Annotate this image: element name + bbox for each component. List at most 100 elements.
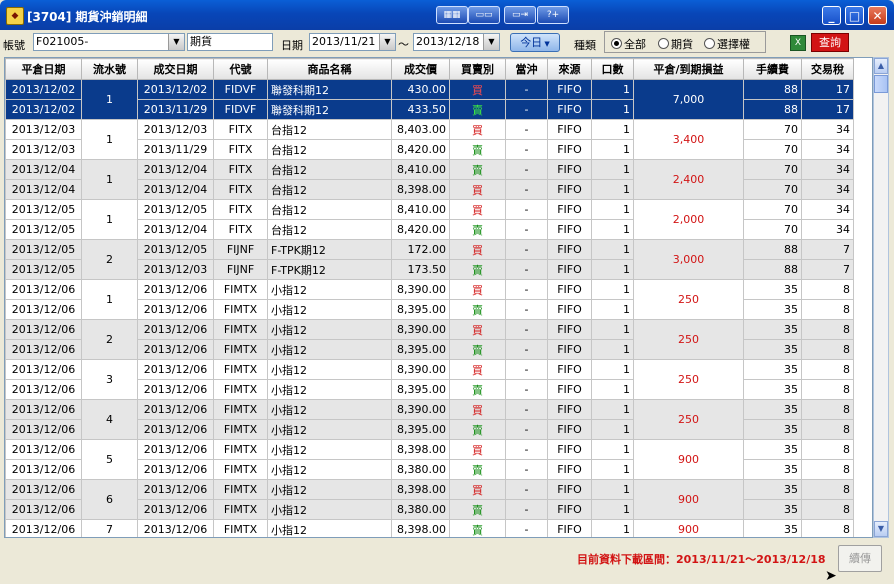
radio-futures[interactable]: 期貨 bbox=[658, 36, 693, 52]
price-cell: 8,390.00 bbox=[391, 399, 450, 420]
price-cell: 8,380.00 bbox=[391, 499, 450, 520]
column-header[interactable]: 流水號 bbox=[81, 58, 138, 80]
trade-date-cell: 2013/12/06 bbox=[137, 399, 214, 420]
chevron-down-icon[interactable]: ▼ bbox=[379, 34, 395, 50]
filter-toolbar: 帳號 F021005- ▼ 期貨 日期 2013/11/21 ▼ ～ 2013/… bbox=[0, 30, 894, 56]
source-cell: FIFO bbox=[547, 479, 592, 500]
layout-tool-icon[interactable]: ▦▦ bbox=[436, 6, 468, 24]
product-name-cell: F-TPK期12 bbox=[267, 259, 392, 280]
product-name-cell: 小指12 bbox=[267, 279, 392, 300]
symbol-cell: FIMTX bbox=[213, 339, 268, 360]
radio-options[interactable]: 選擇權 bbox=[704, 36, 750, 52]
date-from-select[interactable]: 2013/11/21 ▼ bbox=[309, 33, 396, 51]
table-row[interactable]: 2013/12/05 2 2013/12/05 FIJNF F-TPK期12 172.00… bbox=[5, 239, 854, 280]
serial-cell: 2 bbox=[81, 319, 138, 360]
product-name-cell: 聯發科期12 bbox=[267, 79, 392, 100]
scroll-thumb[interactable] bbox=[874, 75, 888, 93]
radio-checked-icon bbox=[611, 38, 622, 49]
symbol-cell: FIMTX bbox=[213, 479, 268, 500]
close-date-cell: 2013/12/06 bbox=[5, 299, 82, 320]
today-button[interactable]: 今日 ▼ bbox=[510, 33, 560, 52]
lots-cell: 1 bbox=[591, 359, 634, 380]
scroll-up-icon[interactable]: ▲ bbox=[874, 58, 888, 74]
close-date-cell: 2013/12/06 bbox=[5, 319, 82, 340]
table-row[interactable]: 2013/12/06 5 2013/12/06 FIMTX 小指12 8,398.00 買 -… bbox=[5, 439, 854, 480]
minimize-button[interactable]: _ bbox=[822, 6, 841, 25]
vertical-scrollbar[interactable]: ▲ ▼ bbox=[873, 57, 889, 538]
radio-all-label: 全部 bbox=[624, 38, 646, 51]
close-date-cell: 2013/12/06 bbox=[5, 279, 82, 300]
table-row[interactable]: 2013/12/06 3 2013/12/06 FIMTX 小指12 8,390.00 買 -… bbox=[5, 359, 854, 400]
price-cell: 8,395.00 bbox=[391, 339, 450, 360]
export-tool-icon[interactable]: ▭⇥ bbox=[504, 6, 536, 24]
pnl-cell: 2,400 bbox=[633, 159, 744, 200]
app-icon: ◆ bbox=[6, 7, 24, 25]
offset-detail-table: 平倉日期 流水號 成交日期 代號 商品名稱 成交價 買賣別 當沖 來源 口數 平倉/到期損益 手續費交… bbox=[4, 57, 873, 538]
source-cell: FIFO bbox=[547, 419, 592, 440]
close-button[interactable]: ✕ bbox=[868, 6, 887, 25]
window-tool-icon[interactable]: ▭▭ bbox=[468, 6, 500, 24]
table-row[interactable]: 2013/12/06 7 2013/12/06 FIMTX 小指12 8,398.00 賣 -… bbox=[5, 519, 854, 537]
table-row[interactable]: 2013/12/06 2 2013/12/06 FIMTX 小指12 8,390.00 買 -… bbox=[5, 319, 854, 360]
column-header[interactable]: 來源 bbox=[547, 58, 592, 80]
excel-export-icon[interactable]: X bbox=[790, 35, 806, 51]
fee-cell: 35 bbox=[743, 319, 802, 340]
tax-cell: 34 bbox=[801, 119, 854, 140]
day-trade-cell: - bbox=[505, 299, 548, 320]
column-header[interactable]: 買賣別 bbox=[449, 58, 506, 80]
continue-button[interactable]: 續傳 bbox=[838, 545, 882, 572]
radio-all[interactable]: 全部 bbox=[611, 36, 646, 52]
close-date-cell: 2013/12/05 bbox=[5, 199, 82, 220]
column-header[interactable]: 商品名稱 bbox=[267, 58, 392, 80]
help-icon[interactable]: ?+ bbox=[537, 6, 569, 24]
maximize-button[interactable]: □ bbox=[845, 6, 864, 25]
date-to-select[interactable]: 2013/12/18 ▼ bbox=[413, 33, 500, 51]
column-header[interactable]: 成交價 bbox=[391, 58, 450, 80]
table-row[interactable]: 2013/12/05 1 2013/12/05 FITX 台指12 8,410.00 買 - F… bbox=[5, 199, 854, 240]
table-row[interactable]: 2013/12/03 1 2013/12/03 FITX 台指12 8,403.00 買 - F… bbox=[5, 119, 854, 160]
account-select[interactable]: F021005- ▼ bbox=[33, 33, 185, 51]
side-cell: 買 bbox=[449, 179, 506, 200]
chevron-down-icon[interactable]: ▼ bbox=[483, 34, 499, 50]
source-cell: FIFO bbox=[547, 439, 592, 460]
fee-cell: 70 bbox=[743, 139, 802, 160]
pnl-cell: 900 bbox=[633, 519, 744, 537]
column-header[interactable]: 手續費 bbox=[743, 58, 802, 80]
column-header[interactable]: 口數 bbox=[591, 58, 634, 80]
product-name-cell: 小指12 bbox=[267, 299, 392, 320]
column-header[interactable]: 平倉日期 bbox=[5, 58, 82, 80]
column-header[interactable]: 成交日期 bbox=[137, 58, 214, 80]
source-cell: FIFO bbox=[547, 159, 592, 180]
product-name-cell: 小指12 bbox=[267, 419, 392, 440]
source-cell: FIFO bbox=[547, 379, 592, 400]
side-cell: 賣 bbox=[449, 519, 506, 537]
date-range-tilde: ～ bbox=[398, 38, 409, 51]
table-row[interactable]: 2013/12/06 6 2013/12/06 FIMTX 小指12 8,398.00 買 -… bbox=[5, 479, 854, 520]
fee-cell: 88 bbox=[743, 99, 802, 120]
table-row[interactable]: 2013/12/02 1 2013/12/02 FIDVF 聯發科期12 430.00 買 -… bbox=[5, 79, 854, 120]
column-header[interactable]: 平倉/到期損益 bbox=[633, 58, 744, 80]
table-row[interactable]: 2013/12/04 1 2013/12/04 FITX 台指12 8,410.00 賣 - F… bbox=[5, 159, 854, 200]
tax-cell: 8 bbox=[801, 339, 854, 360]
source-cell: FIFO bbox=[547, 239, 592, 260]
close-date-cell: 2013/12/06 bbox=[5, 459, 82, 480]
column-header[interactable]: 代號 bbox=[213, 58, 268, 80]
query-button[interactable]: 查詢 bbox=[811, 33, 849, 52]
day-trade-cell: - bbox=[505, 459, 548, 480]
table-row[interactable]: 2013/12/06 1 2013/12/06 FIMTX 小指12 8,390.00 買 -… bbox=[5, 279, 854, 320]
trade-date-cell: 2013/12/06 bbox=[137, 339, 214, 360]
chevron-down-icon[interactable]: ▼ bbox=[168, 34, 184, 50]
lots-cell: 1 bbox=[591, 239, 634, 260]
table-row[interactable]: 2013/12/06 4 2013/12/06 FIMTX 小指12 8,390.00 買 -… bbox=[5, 399, 854, 440]
symbol-cell: FIMTX bbox=[213, 399, 268, 420]
column-header[interactable]: 交易稅 bbox=[801, 58, 854, 80]
column-header[interactable]: 當沖 bbox=[505, 58, 548, 80]
price-cell: 173.50 bbox=[391, 259, 450, 280]
scroll-down-icon[interactable]: ▼ bbox=[874, 521, 888, 537]
market-input[interactable]: 期貨 bbox=[187, 33, 273, 51]
price-cell: 8,398.00 bbox=[391, 519, 450, 537]
price-cell: 430.00 bbox=[391, 79, 450, 100]
side-cell: 賣 bbox=[449, 379, 506, 400]
price-cell: 433.50 bbox=[391, 99, 450, 120]
close-date-cell: 2013/12/05 bbox=[5, 259, 82, 280]
